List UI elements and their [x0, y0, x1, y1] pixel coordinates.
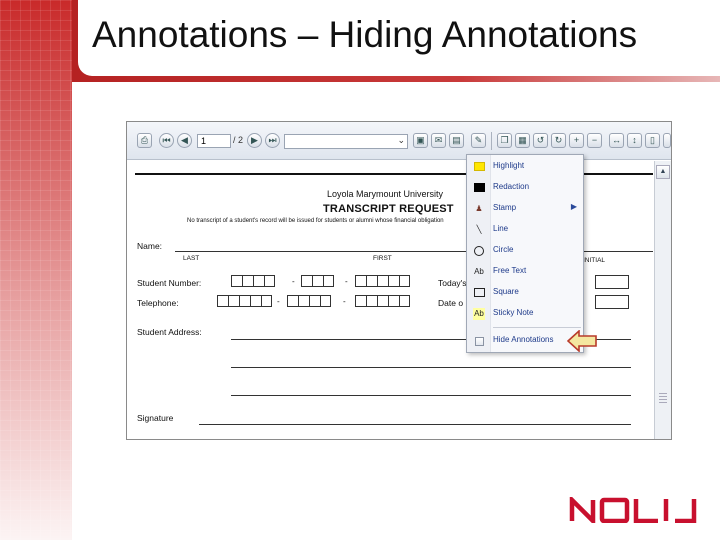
menu-item-hide-annotations[interactable]: Hide Annotations	[467, 331, 583, 351]
university-name: Loyola Marymount University	[327, 189, 444, 199]
menu-separator	[493, 327, 581, 328]
dash-4: -	[343, 297, 346, 306]
print-icon[interactable]: ⎙	[137, 133, 152, 148]
signature-rule	[199, 424, 631, 425]
dash-3: -	[277, 297, 280, 306]
document-select[interactable]: ⌄	[284, 134, 408, 149]
menu-item-label: Hide Annotations	[493, 335, 554, 344]
checkbox-icon[interactable]	[473, 335, 485, 347]
menu-item-label: Line	[493, 224, 509, 233]
todays-date-label: Today's	[438, 278, 467, 288]
name-label: Name:	[137, 241, 163, 251]
square-icon	[473, 287, 485, 299]
student-number-label: Student Number:	[137, 278, 202, 288]
two-page-icon[interactable]	[663, 133, 671, 148]
slide-title: Annotations – Hiding Annotations	[92, 14, 638, 55]
save-icon[interactable]: ▣	[413, 133, 428, 148]
prev-page-icon[interactable]: ◀	[177, 133, 192, 148]
sticky-note-icon: Ab	[473, 308, 485, 320]
dash-1: -	[292, 277, 295, 286]
address-rule	[231, 367, 631, 368]
menu-item-label: Redaction	[493, 182, 530, 191]
line-icon: ╲	[476, 225, 482, 234]
zoom-in-icon[interactable]: +	[569, 133, 584, 148]
menu-item-line[interactable]: ╲ Line	[467, 220, 583, 240]
initial-label: INITIAL	[583, 257, 606, 264]
signature-label: Signature	[137, 413, 174, 423]
copy-icon[interactable]: ❐	[497, 133, 512, 148]
menu-item-stamp[interactable]: ♟ Stamp ▶	[467, 199, 583, 219]
dash-2: -	[345, 277, 348, 286]
scroll-grip[interactable]	[659, 393, 667, 403]
scroll-up-icon[interactable]: ▲	[656, 165, 670, 179]
form-notice: No transcript of a student's record will…	[187, 218, 444, 224]
menu-item-label: Square	[493, 287, 519, 296]
form-title: TRANSCRIPT REQUEST	[323, 203, 454, 215]
menu-item-square[interactable]: Square	[467, 283, 583, 303]
nolij-logo	[569, 497, 697, 523]
last-label: LAST	[183, 255, 200, 262]
submenu-arrow-icon: ▶	[570, 202, 577, 211]
scan-icon[interactable]: ▤	[449, 133, 464, 148]
menu-item-circle[interactable]: Circle	[467, 241, 583, 261]
date-of-label: Date o	[438, 298, 464, 308]
slide-left-band	[0, 0, 72, 540]
page-number-input[interactable]: 1	[197, 134, 231, 148]
telephone-boxes	[217, 295, 272, 307]
annotation-menu: Highlight Redaction ♟ Stamp ▶ ╲ Line Cir…	[466, 154, 584, 353]
menu-item-label: Free Text	[493, 266, 527, 275]
toolbar-separator	[491, 132, 492, 150]
menu-item-free-text[interactable]: Ab Free Text	[467, 262, 583, 282]
chevron-down-icon: ⌄	[397, 135, 405, 145]
vertical-scrollbar[interactable]: ▲	[654, 161, 671, 439]
paste-icon[interactable]: ▦	[515, 133, 530, 148]
circle-icon	[473, 245, 485, 257]
page-count-label: / 2	[233, 135, 244, 145]
address-rule	[231, 395, 631, 396]
rotate-left-icon[interactable]: ↺	[533, 133, 548, 148]
menu-item-highlight[interactable]: Highlight	[467, 157, 583, 177]
student-number-boxes	[231, 275, 275, 287]
last-page-icon[interactable]: ⏭	[265, 133, 280, 148]
first-label: FIRST	[373, 255, 392, 262]
student-number-boxes	[355, 275, 410, 287]
menu-item-label: Sticky Note	[493, 308, 534, 317]
pointer-arrow-icon	[567, 330, 597, 352]
zoom-out-icon[interactable]: −	[587, 133, 602, 148]
student-number-boxes	[301, 275, 334, 287]
fit-width-icon[interactable]: ↔	[609, 133, 624, 148]
telephone-boxes	[287, 295, 331, 307]
date-box	[595, 275, 629, 289]
menu-item-sticky-note[interactable]: Ab Sticky Note	[467, 304, 583, 324]
date-box	[595, 295, 629, 309]
menu-item-label: Circle	[493, 245, 514, 254]
telephone-label: Telephone:	[137, 298, 179, 308]
menu-item-redaction[interactable]: Redaction	[467, 178, 583, 198]
menu-item-label: Stamp	[493, 203, 517, 212]
email-icon[interactable]: ✉	[431, 133, 446, 148]
telephone-boxes	[355, 295, 410, 307]
fit-height-icon[interactable]: ↕	[627, 133, 642, 148]
highlight-icon	[473, 161, 485, 173]
student-address-label: Student Address:	[137, 327, 202, 337]
menu-item-label: Highlight	[493, 161, 525, 170]
free-text-icon: Ab	[474, 267, 484, 276]
stamp-icon: ♟	[475, 204, 483, 213]
first-page-icon[interactable]: ⏮	[159, 133, 174, 148]
next-page-icon[interactable]: ▶	[247, 133, 262, 148]
single-page-icon[interactable]: ▯	[645, 133, 660, 148]
annotate-icon[interactable]: ✎	[471, 133, 486, 148]
viewer-toolbar: ⎙ ⏮ ◀ 1 / 2 ▶ ⏭ ⌄ ▣ ✉ ▤ ✎ ❐ ▦ ↺ ↻ + − ↔ …	[127, 122, 671, 160]
rotate-right-icon[interactable]: ↻	[551, 133, 566, 148]
redaction-icon	[473, 182, 485, 194]
viewer-screenshot: ⎙ ⏮ ◀ 1 / 2 ▶ ⏭ ⌄ ▣ ✉ ▤ ✎ ❐ ▦ ↺ ↻ + − ↔ …	[126, 121, 672, 440]
